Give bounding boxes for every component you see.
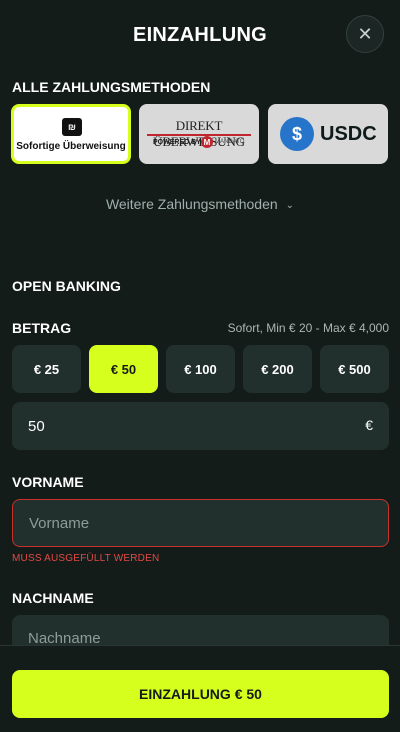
logo-divider	[147, 134, 251, 136]
payment-method-label: Sofortige Überweisung	[16, 141, 126, 152]
mandato-logo-icon: M	[201, 136, 213, 148]
page-title: EINZAHLUNG	[132, 24, 268, 46]
amount-preset-50[interactable]: € 50	[89, 345, 158, 393]
payment-method-sofort[interactable]: ₪ Sofortige Überweisung	[11, 104, 131, 164]
first-name-placeholder: Vorname	[29, 515, 90, 532]
more-payment-methods-label: Weitere Zahlungsmethoden	[105, 196, 278, 212]
payment-method-direkt[interactable]: DIREKT ÜBERWEISUNG POWERED BY M MANDATO	[139, 104, 259, 164]
amount-preset-100[interactable]: € 100	[166, 345, 235, 393]
usdc-coin-icon: $	[280, 117, 314, 151]
last-name-label: NACHNAME	[12, 590, 94, 606]
close-icon: ✕	[357, 23, 373, 44]
close-button[interactable]: ✕	[346, 15, 384, 53]
sofort-logo-icon: ₪	[62, 118, 82, 136]
amount-value: 50	[28, 418, 45, 435]
amount-preset-200[interactable]: € 200	[243, 345, 312, 393]
payment-method-usdc[interactable]: $ USDC	[268, 104, 388, 164]
first-name-label: VORNAME	[12, 474, 84, 490]
amount-limits-text: Sofort, Min € 20 - Max € 4,000	[227, 321, 389, 335]
deposit-submit-button[interactable]: EINZAHLUNG € 50	[12, 670, 389, 718]
open-banking-label: OPEN BANKING	[12, 278, 121, 294]
first-name-field[interactable]: Vorname	[12, 499, 389, 547]
amount-preset-25[interactable]: € 25	[12, 345, 81, 393]
payment-methods-label: ALLE ZAHLUNGSMETHODEN	[12, 79, 211, 95]
amount-input[interactable]: 50 €	[12, 402, 389, 450]
currency-symbol: €	[365, 417, 373, 433]
amount-label: BETRAG	[12, 320, 72, 336]
powered-by-label: POWERED BY	[153, 139, 201, 146]
brand-label: MANDATO	[215, 139, 245, 145]
first-name-error: MUSS AUSGEFÜLLT WERDEN	[12, 553, 160, 564]
payment-method-label: USDC	[320, 123, 377, 145]
more-payment-methods-toggle[interactable]: Weitere Zahlungsmethoden ⌄	[0, 196, 400, 212]
amount-preset-500[interactable]: € 500	[320, 345, 389, 393]
chevron-down-icon: ⌄	[285, 200, 295, 211]
